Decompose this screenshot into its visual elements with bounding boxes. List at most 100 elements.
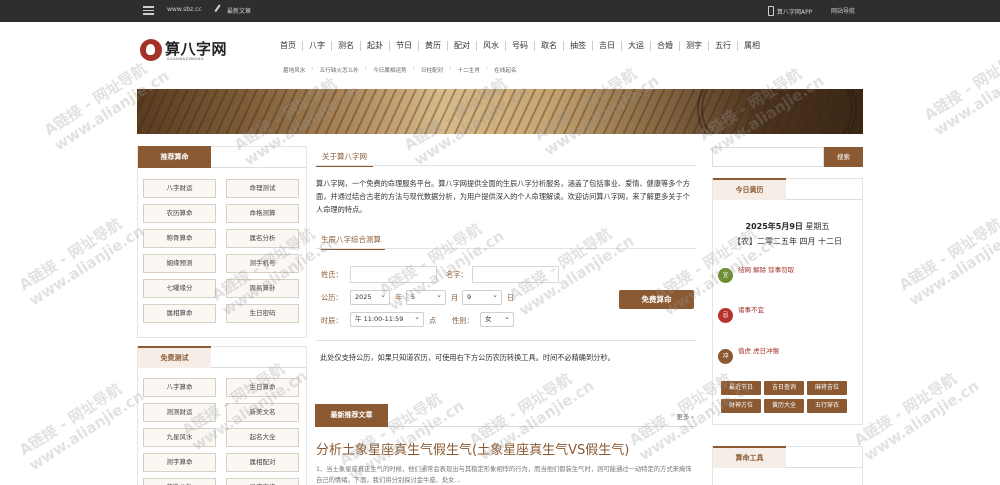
recommend-item-8[interactable]: 七曜缘分: [143, 279, 216, 298]
almanac-date-text: 2025年5月9日: [745, 222, 803, 231]
free-test-item-7[interactable]: 属相配对: [226, 453, 299, 472]
free-test-item-6[interactable]: 测字算命: [143, 453, 216, 472]
free-test-item-2[interactable]: 测测财运: [143, 403, 216, 422]
almanac-tag-5[interactable]: 五行穿衣: [807, 399, 847, 413]
free-test-grid: 八字算命生日算命测测财运新美文名九星风水起名大全测字算命属相配对紫微斗数 星座查询: [143, 378, 299, 485]
article-title[interactable]: 分析土象星座真生气假生气(土象星座真生气VS假生气): [316, 439, 629, 458]
almanac-row-chong: 冲值虎 虎日冲猴: [718, 345, 779, 364]
watermark-line-1: A链接 - 网址导航: [15, 379, 125, 460]
nav-item-10[interactable]: 抽签: [563, 41, 592, 51]
nav-item-3[interactable]: 起卦: [360, 41, 389, 51]
tab-today-almanac[interactable]: 今日黄历: [713, 178, 786, 200]
gender-select[interactable]: 女: [480, 311, 514, 327]
watermark-text: A链接 - 网址导航 www.alianjie.cn: [896, 207, 1000, 310]
more-arrow-icon: ›: [691, 413, 694, 421]
nav-item-13[interactable]: 合婚: [650, 41, 679, 51]
free-test-item-8[interactable]: 紫微斗数: [143, 478, 216, 485]
free-test-item-0[interactable]: 八字算命: [143, 378, 216, 397]
tab-fortune-tools[interactable]: 算命工具: [713, 446, 786, 468]
tab-latest-articles[interactable]: 最新推荐文章: [315, 404, 388, 427]
subnav-item-4[interactable]: 十二生肖: [458, 66, 480, 74]
nav-item-7[interactable]: 风水: [476, 41, 505, 51]
recommend-item-6[interactable]: 姻缘预测: [143, 254, 216, 273]
hour-select[interactable]: 午 11:00-11:59: [350, 311, 424, 327]
tab-recommend[interactable]: 推荐算命: [138, 146, 211, 168]
logo-title: 算八字网: [165, 40, 228, 58]
free-test-item-4[interactable]: 九星风水: [143, 428, 216, 447]
form-divider: [316, 248, 696, 249]
nav-item-6[interactable]: 配对: [447, 41, 476, 51]
recommend-item-5[interactable]: 属名分析: [226, 229, 299, 248]
nav-item-9[interactable]: 取名: [534, 41, 563, 51]
recommend-item-7[interactable]: 测手机号: [226, 254, 299, 273]
recommend-item-0[interactable]: 八字财运: [143, 179, 216, 198]
nav-item-0[interactable]: 首页: [280, 41, 302, 51]
recent-articles-link[interactable]: 最新文章: [214, 4, 251, 16]
almanac-tag-3[interactable]: 财神方位: [721, 399, 761, 413]
more-articles-link[interactable]: 更多 ›: [676, 411, 694, 421]
site-url-link[interactable]: www.sbz.cc: [167, 6, 202, 13]
subnav-item-5[interactable]: 在线起名: [494, 66, 516, 74]
day-select[interactable]: 9: [462, 289, 502, 305]
day-unit: 日: [507, 293, 515, 302]
subnav-item-2[interactable]: 今日属相运势: [373, 66, 407, 74]
nav-item-2[interactable]: 测名: [331, 41, 360, 51]
nav-item-1[interactable]: 八字: [302, 41, 331, 51]
firstname-input[interactable]: [472, 266, 559, 283]
nav-item-8[interactable]: 号码: [505, 41, 534, 51]
sub-navigation: 墓地风水 › 五行缺火怎么补 › 今日属相运势 › 日柱配对 › 十二生肖 › 在线起名: [283, 66, 523, 74]
banner-compass-decoration: [697, 89, 857, 134]
nav-item-5[interactable]: 黄历: [418, 41, 447, 51]
recommend-item-4[interactable]: 称骨算命: [143, 229, 216, 248]
ji-badge-icon: 忌: [718, 308, 733, 323]
articles-header: 最新推荐文章 更多 ›: [315, 404, 696, 427]
recommend-item-10[interactable]: 属相算命: [143, 304, 216, 323]
search-input[interactable]: [712, 147, 824, 167]
recommend-item-11[interactable]: 生日密码: [226, 304, 299, 323]
site-navigation-link[interactable]: 网站导航: [831, 6, 855, 15]
watermark-line-2: www.alianjie.cn: [25, 386, 148, 475]
nav-item-15[interactable]: 五行: [708, 41, 737, 51]
search-button[interactable]: 搜索: [824, 147, 863, 167]
lastname-input[interactable]: [350, 266, 437, 283]
nav-item-11[interactable]: 吉日: [592, 41, 621, 51]
free-fortune-submit-button[interactable]: 免费算命: [619, 290, 694, 309]
subnav-item-3[interactable]: 日柱配对: [421, 66, 443, 74]
almanac-row-ji: 忌诸事不宜: [718, 304, 764, 323]
free-test-item-3[interactable]: 新美文名: [226, 403, 299, 422]
menu-icon[interactable]: [143, 6, 154, 15]
month-select[interactable]: 5: [406, 289, 446, 305]
nav-item-4[interactable]: 节日: [389, 41, 418, 51]
yi-badge-icon: 宜: [718, 268, 733, 283]
free-test-item-5[interactable]: 起名大全: [226, 428, 299, 447]
free-test-item-1[interactable]: 生日算命: [226, 378, 299, 397]
subnav-item-0[interactable]: 墓地风水: [283, 66, 305, 74]
watermark-line-2: www.alianjie.cn: [25, 221, 148, 310]
logo-mark-icon: [140, 39, 162, 61]
subnav-item-1[interactable]: 五行缺火怎么补: [320, 66, 359, 74]
tab-free-test[interactable]: 免费测试: [138, 346, 211, 368]
nav-item-16[interactable]: 属相: [737, 41, 766, 51]
free-test-item-9[interactable]: 星座查询: [226, 478, 299, 485]
year-select[interactable]: 2025: [350, 289, 390, 305]
recommend-item-2[interactable]: 农历算命: [143, 204, 216, 223]
recommend-item-1[interactable]: 命理测试: [226, 179, 299, 198]
almanac-tag-1[interactable]: 吉日查询: [764, 381, 804, 395]
tools-header: 算命工具: [713, 446, 862, 468]
main-navigation: 首页 八字 测名 起卦 节日 黄历 配对 风水 号码 取名 抽签 吉日 大运 合婚 测字 五行 属相: [280, 41, 766, 51]
almanac-tag-4[interactable]: 黄历大全: [764, 399, 804, 413]
recommend-item-9[interactable]: 周易算卦: [226, 279, 299, 298]
almanac-tag-2[interactable]: 麻将吉位: [807, 381, 847, 395]
watermark-line-1: A链接 - 网址导航: [895, 214, 1000, 295]
site-logo[interactable]: 算八字网 SUANBAZIWANG: [140, 38, 240, 64]
recommend-item-3[interactable]: 命格测算: [226, 204, 299, 223]
lastname-label: 姓氏：: [321, 270, 343, 279]
article-excerpt: 1、当土象星座真正生气的时候，他们通常会表现出与其稳定形象相悖的行为，而当他们假…: [316, 466, 692, 484]
top-bar: www.sbz.cc 最新文章 算八字网APP 网站导航: [0, 0, 1000, 22]
app-download-link[interactable]: 算八字网APP: [768, 6, 812, 16]
almanac-tag-0[interactable]: 最近节日: [721, 381, 761, 395]
nav-item-14[interactable]: 测字: [679, 41, 708, 51]
nav-item-12[interactable]: 大运: [621, 41, 650, 51]
month-unit: 月: [451, 293, 459, 302]
calendar-note: 此处仅支持公历，如果只知道农历，可使用右下方公历农历转换工具。时间不必精确到分秒…: [320, 353, 615, 362]
